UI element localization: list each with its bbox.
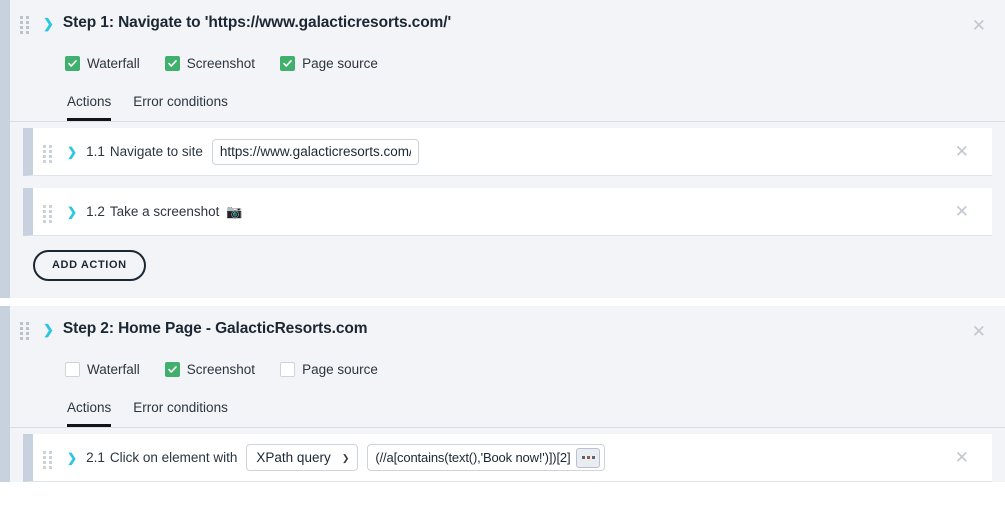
action-1-1-expand-chevron-icon[interactable]: ❯ (67, 146, 77, 158)
action-1-2-number: 1.2 (86, 204, 105, 219)
step-1-capture-options: Waterfall Screenshot Page source (10, 53, 1005, 73)
action-row-1-1: ❯ 1.1 Navigate to site ✕ (23, 128, 992, 176)
checkbox-label: Waterfall (87, 55, 140, 71)
step-1-add-action-button[interactable]: ADD ACTION (33, 250, 146, 281)
action-1-1-drag-handle[interactable] (43, 144, 53, 163)
step-2-checkbox-waterfall[interactable]: Waterfall (65, 361, 140, 377)
checkbox-box-checked[interactable] (164, 55, 180, 71)
step-1-checkbox-screenshot[interactable]: Screenshot (164, 55, 256, 71)
step-1-tab-error-conditions[interactable]: Error conditions (133, 94, 228, 117)
camera-icon: 📷 (226, 204, 243, 219)
action-2-1-number: 2.1 (86, 450, 105, 465)
checkbox-box-checked[interactable] (65, 55, 80, 71)
action-1-2-drag-handle[interactable] (43, 204, 53, 223)
step-2-drag-handle[interactable] (20, 322, 30, 340)
action-1-1-label: Navigate to site (109, 144, 203, 159)
action-row-1-2: ❯ 1.2 Take a screenshot 📷 ✕ (23, 188, 992, 236)
step-panel-2: ❯ Step 2: Home Page - GalacticResorts.co… (0, 306, 1005, 482)
checkbox-label: Screenshot (186, 361, 256, 377)
checkbox-label: Screenshot (186, 55, 256, 71)
step-1-title: Step 1: Navigate to 'https://www.galacti… (62, 14, 452, 31)
step-panel-1: ❯ Step 1: Navigate to 'https://www.galac… (0, 0, 1005, 298)
step-1-checkbox-waterfall[interactable]: Waterfall (65, 55, 140, 71)
step-1-tab-actions[interactable]: Actions (67, 94, 112, 121)
step-2-checkbox-page-source[interactable]: Page source (280, 361, 378, 377)
step-1-tabs: Actions Error conditions (10, 87, 1005, 122)
step-1-checkbox-page-source[interactable]: Page source (280, 55, 378, 71)
step-1-add-action-wrap: ADD ACTION (10, 236, 1005, 298)
test-script-steps-editor: ❯ Step 1: Navigate to 'https://www.galac… (0, 0, 1005, 525)
tabs-divider (10, 427, 1005, 428)
action-row-2-1: ❯ 2.1 Click on element with XPath query … (23, 434, 992, 482)
step-1-drag-handle[interactable] (20, 16, 30, 34)
checkbox-box-checked[interactable] (280, 55, 296, 71)
step-1-expand-chevron-icon[interactable]: ❯ (43, 17, 54, 30)
action-2-1-xpath-field[interactable]: (//a[contains(text(),'Book now!')])[2] (367, 444, 606, 471)
action-2-1-drag-handle[interactable] (43, 450, 53, 469)
action-2-1-expand-chevron-icon[interactable]: ❯ (67, 452, 77, 464)
step-1-actions-list: ❯ 1.1 Navigate to site ✕ ❯ 1.2 Take a sc… (10, 117, 1005, 236)
action-2-1-selector-type-select[interactable]: XPath query (246, 444, 359, 471)
action-2-1-selector-type-wrap: XPath query ❯ (246, 444, 359, 471)
checkbox-label: Waterfall (87, 361, 140, 377)
action-2-1-close-icon[interactable]: ✕ (955, 450, 969, 467)
step-2-actions-list: ❯ 2.1 Click on element with XPath query … (10, 423, 1005, 482)
step-2-tab-actions[interactable]: Actions (67, 400, 112, 427)
action-1-2-close-icon[interactable]: ✕ (955, 204, 969, 221)
step-2-capture-options: Waterfall Screenshot Page source (10, 359, 1005, 379)
checkbox-box-checked[interactable] (164, 361, 180, 377)
checkbox-box-unchecked[interactable] (65, 361, 80, 377)
action-2-1-ellipsis-button[interactable] (576, 447, 601, 468)
tabs-divider (10, 121, 1005, 122)
checkbox-label: Page source (302, 361, 378, 377)
step-2-close-icon[interactable]: ✕ (972, 324, 986, 341)
checkbox-box-unchecked[interactable] (280, 361, 296, 377)
action-2-1-xpath-value[interactable]: (//a[contains(text(),'Book now!')])[2] (375, 450, 570, 465)
action-1-2-expand-chevron-icon[interactable]: ❯ (67, 206, 77, 218)
checkbox-label: Page source (302, 55, 378, 71)
action-1-1-url-input[interactable] (211, 138, 419, 165)
step-2-title: Step 2: Home Page - GalacticResorts.com (62, 320, 368, 337)
action-1-1-close-icon[interactable]: ✕ (955, 144, 969, 161)
action-1-1-number: 1.1 (86, 144, 105, 159)
step-2-checkbox-screenshot[interactable]: Screenshot (164, 361, 256, 377)
step-2-header: ❯ Step 2: Home Page - GalacticResorts.co… (10, 306, 1005, 346)
step-1-header: ❯ Step 1: Navigate to 'https://www.galac… (10, 0, 1005, 40)
action-2-1-label: Click on element with (109, 450, 238, 465)
step-1-close-icon[interactable]: ✕ (972, 18, 986, 35)
step-2-tab-error-conditions[interactable]: Error conditions (133, 400, 228, 423)
step-2-tabs: Actions Error conditions (10, 393, 1005, 428)
step-2-expand-chevron-icon[interactable]: ❯ (43, 323, 54, 336)
action-1-2-label: Take a screenshot (109, 204, 220, 219)
